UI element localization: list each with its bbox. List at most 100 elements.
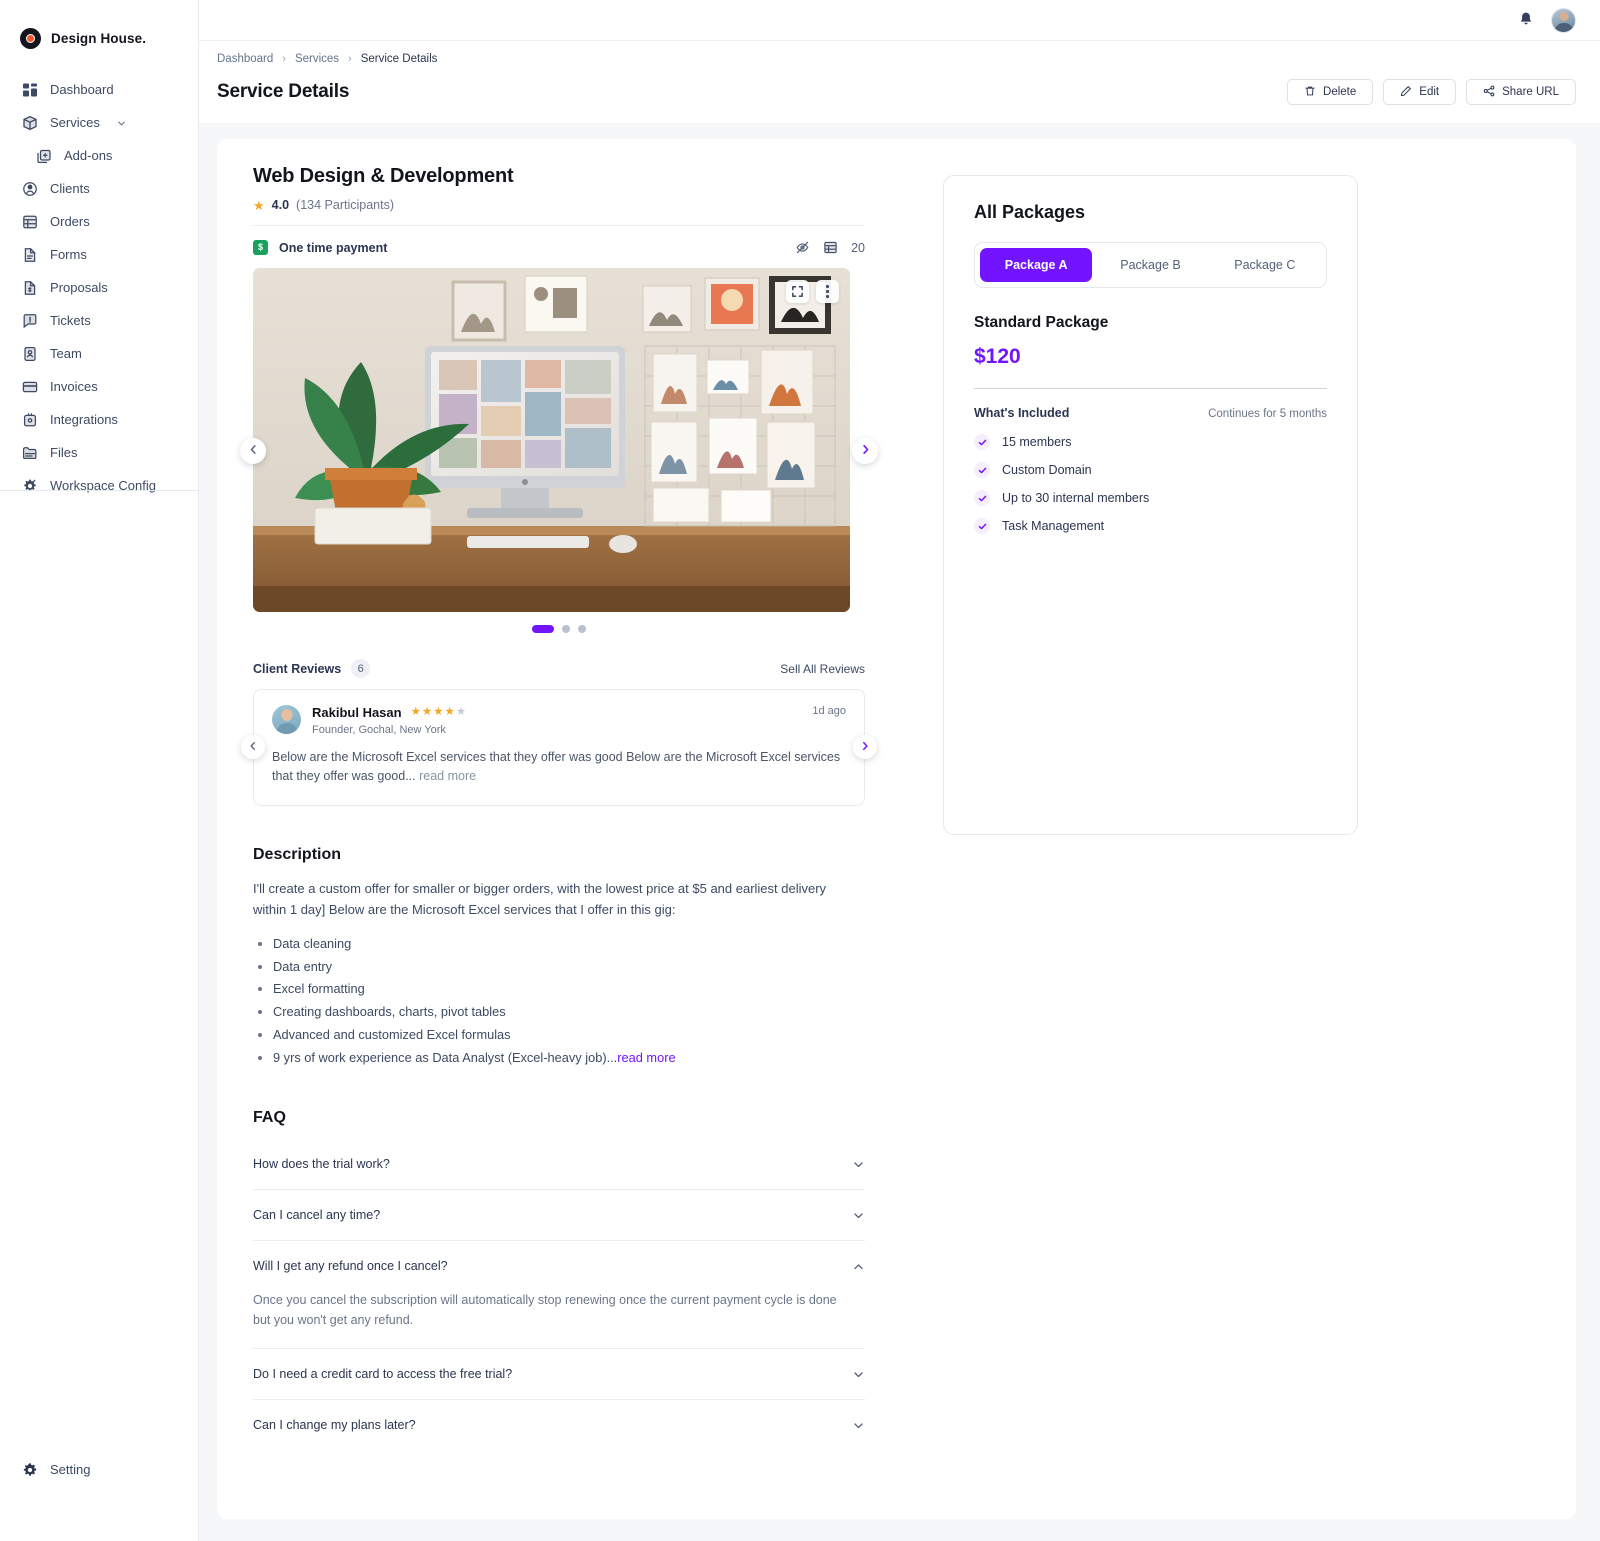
sidebar-item-label: Forms: [50, 248, 87, 261]
sidebar-item-setting[interactable]: Setting: [0, 1453, 198, 1486]
tab-package-b[interactable]: Package B: [1094, 248, 1206, 282]
payment-left: $ One time payment: [253, 240, 387, 255]
faq-item: Can I change my plans later?: [253, 1400, 865, 1450]
breadcrumb-item-services[interactable]: Services: [295, 53, 339, 65]
share-icon: [1483, 85, 1495, 100]
sidebar-item-integrations[interactable]: Integrations: [0, 403, 198, 436]
package-duration-note: Continues for 5 months: [1208, 408, 1327, 420]
sidebar-item-workspace-config[interactable]: Workspace Config: [0, 469, 198, 502]
breadcrumb: Dashboard › Services › Service Details: [217, 53, 1576, 65]
edit-button[interactable]: Edit: [1383, 79, 1456, 105]
carousel-prev-button[interactable]: [240, 438, 266, 464]
folder-icon: [22, 445, 38, 461]
panel-columns: Web Design & Development ★ 4.0 (134 Part…: [253, 165, 1540, 1450]
whats-included-title: What's Included: [974, 406, 1069, 420]
list-item: Custom Domain: [974, 462, 1327, 478]
trash-icon: [1304, 85, 1316, 100]
more-vertical-icon[interactable]: [816, 280, 839, 303]
chevron-down-icon: [852, 1158, 865, 1171]
carousel-dots: [253, 625, 865, 633]
sidebar-item-label: Orders: [50, 215, 90, 228]
package-name: Standard Package: [974, 314, 1327, 332]
sidebar-item-dashboard[interactable]: Dashboard: [0, 73, 198, 106]
faq-item: Do I need a credit card to access the fr…: [253, 1349, 865, 1400]
sidebar-item-team[interactable]: Team: [0, 337, 198, 370]
see-all-reviews-link[interactable]: Sell All Reviews: [780, 662, 865, 676]
carousel-dot-2[interactable]: [562, 625, 570, 633]
share-url-button[interactable]: Share URL: [1466, 79, 1576, 105]
page-header: Dashboard › Services › Service Details S…: [199, 41, 1600, 123]
faq-question: Do I need a credit card to access the fr…: [253, 1367, 512, 1381]
faq-question-row[interactable]: How does the trial work?: [253, 1157, 865, 1171]
carousel-image: [253, 268, 850, 612]
brand[interactable]: Design House.: [0, 0, 198, 58]
expand-icon[interactable]: [786, 280, 809, 303]
sidebar-item-files[interactable]: Files: [0, 436, 198, 469]
service-details-panel: Web Design & Development ★ 4.0 (134 Part…: [217, 139, 1576, 1519]
faq-question-row[interactable]: Can I cancel any time?: [253, 1208, 865, 1222]
list-item: Creating dashboards, charts, pivot table…: [273, 1001, 865, 1024]
service-item-count: 20: [851, 241, 865, 255]
chevron-left-icon: [248, 738, 258, 756]
sidebar-item-forms[interactable]: Forms: [0, 238, 198, 271]
avatar[interactable]: [1551, 8, 1576, 33]
review-name-row: Rakibul Hasan ★ ★ ★ ★ ★: [312, 705, 801, 720]
tab-package-a[interactable]: Package A: [980, 248, 1092, 282]
table-icon[interactable]: [823, 240, 838, 255]
review-body: Below are the Microsoft Excel services t…: [272, 748, 846, 787]
feature-label: Custom Domain: [1002, 463, 1092, 477]
client-reviews-count: 6: [351, 659, 370, 678]
service-rating: ★ 4.0 (134 Participants): [253, 198, 865, 212]
list-item-text: 9 yrs of work experience as Data Analyst…: [273, 1050, 617, 1065]
faq-question-row[interactable]: Do I need a credit card to access the fr…: [253, 1367, 865, 1381]
add-square-icon: [36, 148, 52, 164]
review-header: Rakibul Hasan ★ ★ ★ ★ ★: [272, 705, 846, 736]
faq-list: How does the trial work? Can I cancel an…: [253, 1139, 865, 1450]
sidebar-item-orders[interactable]: Orders: [0, 205, 198, 238]
description-read-more-link[interactable]: read more: [617, 1050, 675, 1065]
faq-question-row[interactable]: Will I get any refund once I cancel?: [253, 1259, 865, 1273]
sidebar-item-label: Files: [50, 446, 77, 459]
sidebar-item-add-ons[interactable]: Add-ons: [0, 139, 198, 172]
packages-column: All Packages Package A Package B Package…: [943, 165, 1540, 1450]
review-prev-button[interactable]: [241, 735, 265, 759]
review-next-button[interactable]: [853, 735, 877, 759]
package-features: 15 members Custom Domain: [974, 434, 1327, 534]
star-filled-icon: ★: [422, 707, 432, 719]
description-heading: Description: [253, 846, 865, 864]
eye-off-icon[interactable]: [795, 240, 810, 255]
chevron-right-icon: [860, 738, 870, 756]
review-author-name: Rakibul Hasan: [312, 705, 402, 720]
circle-dot-logo-icon: [20, 28, 41, 49]
sidebar-nav: Dashboard Services Add-ons: [0, 73, 198, 502]
bell-icon[interactable]: [1517, 11, 1535, 29]
faq-question: Will I get any refund once I cancel?: [253, 1259, 448, 1273]
faq-question-row[interactable]: Can I change my plans later?: [253, 1418, 865, 1432]
sidebar-item-clients[interactable]: Clients: [0, 172, 198, 205]
carousel-dot-1[interactable]: [532, 625, 554, 633]
sidebar-item-invoices[interactable]: Invoices: [0, 370, 198, 403]
credit-card-icon: [22, 379, 38, 395]
carousel-next-button[interactable]: [852, 438, 878, 464]
divider: [974, 388, 1327, 389]
sidebar-item-proposals[interactable]: Proposals: [0, 271, 198, 304]
list-item: Task Management: [974, 518, 1327, 534]
sidebar-item-tickets[interactable]: Tickets: [0, 304, 198, 337]
breadcrumb-item-service-details[interactable]: Service Details: [361, 53, 438, 65]
feature-label: 15 members: [1002, 435, 1071, 449]
sidebar-divider: [0, 490, 198, 491]
breadcrumb-item-dashboard[interactable]: Dashboard: [217, 53, 273, 65]
tab-package-c[interactable]: Package C: [1209, 248, 1321, 282]
delete-button[interactable]: Delete: [1287, 79, 1373, 105]
carousel-dot-3[interactable]: [578, 625, 586, 633]
workspace-photo: [253, 268, 850, 612]
page-actions: Delete Edit Share URL: [1287, 79, 1576, 105]
chat-alert-icon: [22, 313, 38, 329]
edit-button-label: Edit: [1419, 86, 1439, 98]
check-icon: [974, 462, 990, 478]
sidebar-item-services[interactable]: Services: [0, 106, 198, 139]
chevron-down-icon: [116, 117, 127, 128]
review-carousel: Rakibul Hasan ★ ★ ★ ★ ★: [253, 689, 865, 806]
review-read-more-link[interactable]: read more: [419, 769, 476, 783]
sidebar-item-label: Proposals: [50, 281, 108, 294]
